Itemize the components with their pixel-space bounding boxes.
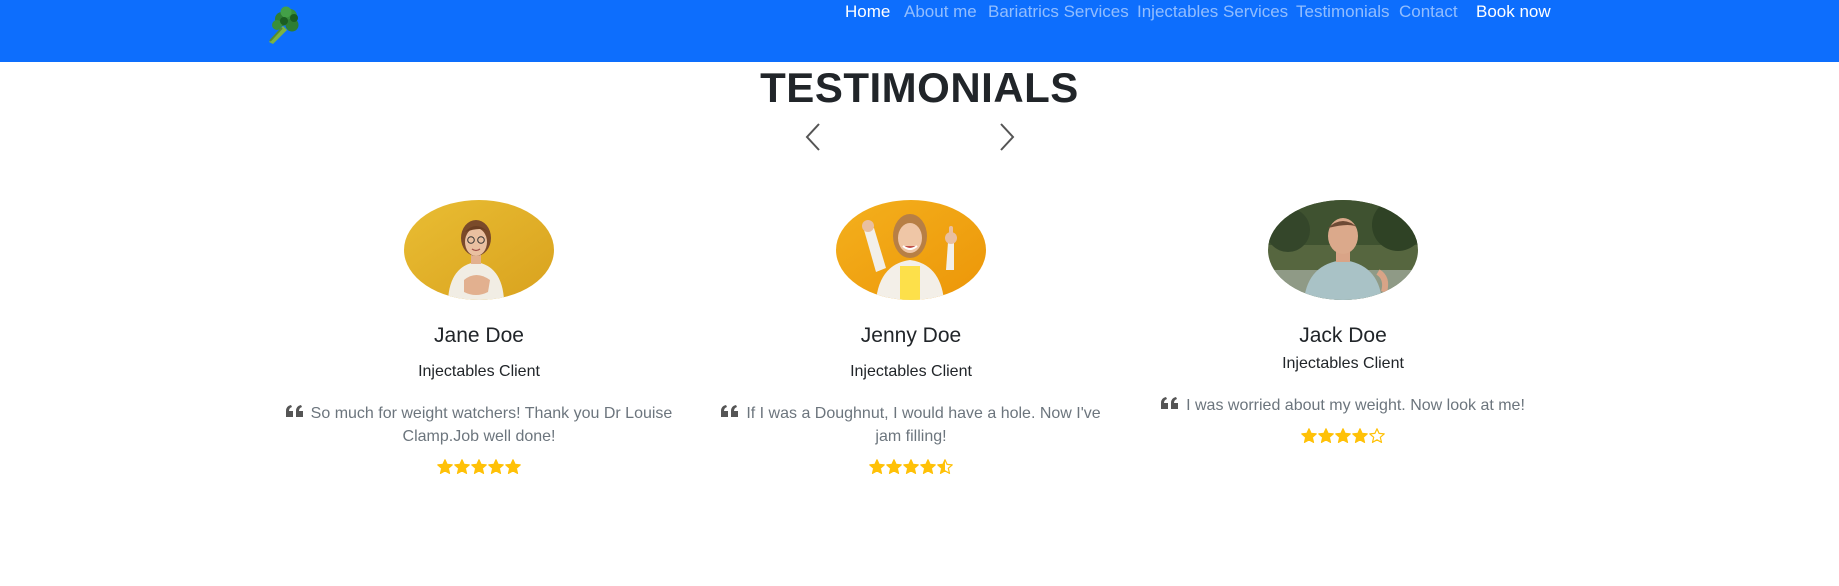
nav-link-bariatrics-services[interactable]: Bariatrics Services — [988, 3, 1129, 21]
quote-left-icon — [1161, 393, 1179, 409]
client-role: Injectables Client — [850, 363, 972, 380]
star-rating — [869, 459, 953, 475]
nav-link-testimonials[interactable]: Testimonials — [1296, 3, 1390, 21]
quote-left-icon — [285, 401, 303, 417]
star-icon — [437, 459, 453, 474]
woman-thumbs-up-photo — [836, 200, 986, 300]
nav-link-about-me[interactable]: About me — [904, 3, 977, 21]
broccoli-icon[interactable] — [262, 4, 302, 44]
star-half-icon — [937, 459, 953, 474]
star-icon — [1301, 428, 1317, 443]
star-icon — [1352, 428, 1368, 443]
quote-text: So much for weight watchers! Thank you D… — [310, 405, 673, 445]
testimonial-quote: I was worried about my weight. Now look … — [1127, 393, 1559, 417]
nav-link-home[interactable]: Home — [845, 3, 890, 21]
star-icon — [454, 459, 470, 474]
section-title: TESTIMONIALS — [760, 64, 1079, 111]
star-icon — [1318, 428, 1334, 443]
top-navbar: Home About me Bariatrics Services Inject… — [0, 0, 1839, 62]
quote-left-icon — [721, 401, 739, 417]
chevron-left-icon[interactable] — [801, 120, 825, 154]
star-icon — [1335, 428, 1351, 443]
star-icon — [488, 459, 504, 474]
testimonial-card: Jenny Doe Injectables Client If I was a … — [695, 200, 1127, 480]
chevron-right-icon[interactable] — [995, 120, 1019, 154]
woman-hand-on-heart-photo — [404, 200, 554, 300]
client-role: Injectables Client — [418, 363, 540, 380]
star-icon — [920, 459, 936, 474]
client-role: Injectables Client — [1282, 355, 1404, 372]
star-icon — [505, 459, 521, 474]
testimonial-quote: If I was a Doughnut, I would have a hole… — [695, 401, 1127, 448]
testimonial-card: Jane Doe Injectables Client So much for … — [263, 200, 695, 480]
star-rating — [437, 459, 521, 475]
book-now-button[interactable]: Book now — [1476, 3, 1551, 21]
star-rating — [1301, 428, 1385, 444]
client-name: Jane Doe — [434, 324, 524, 347]
star-icon — [886, 459, 902, 474]
star-icon — [903, 459, 919, 474]
star-empty-icon — [1369, 428, 1385, 443]
quote-text: I was worried about my weight. Now look … — [1186, 397, 1525, 414]
client-name: Jack Doe — [1299, 324, 1387, 347]
quote-text: If I was a Doughnut, I would have a hole… — [746, 405, 1101, 445]
star-icon — [869, 459, 885, 474]
nav-link-injectables-services[interactable]: Injectables Services — [1137, 3, 1288, 21]
star-icon — [471, 459, 487, 474]
nav-link-contact[interactable]: Contact — [1399, 3, 1458, 21]
man-in-park-photo — [1268, 200, 1418, 300]
testimonial-quote: So much for weight watchers! Thank you D… — [263, 401, 695, 448]
client-name: Jenny Doe — [860, 324, 962, 347]
testimonial-card: Jack Doe Injectables Client I was worrie… — [1127, 200, 1559, 449]
